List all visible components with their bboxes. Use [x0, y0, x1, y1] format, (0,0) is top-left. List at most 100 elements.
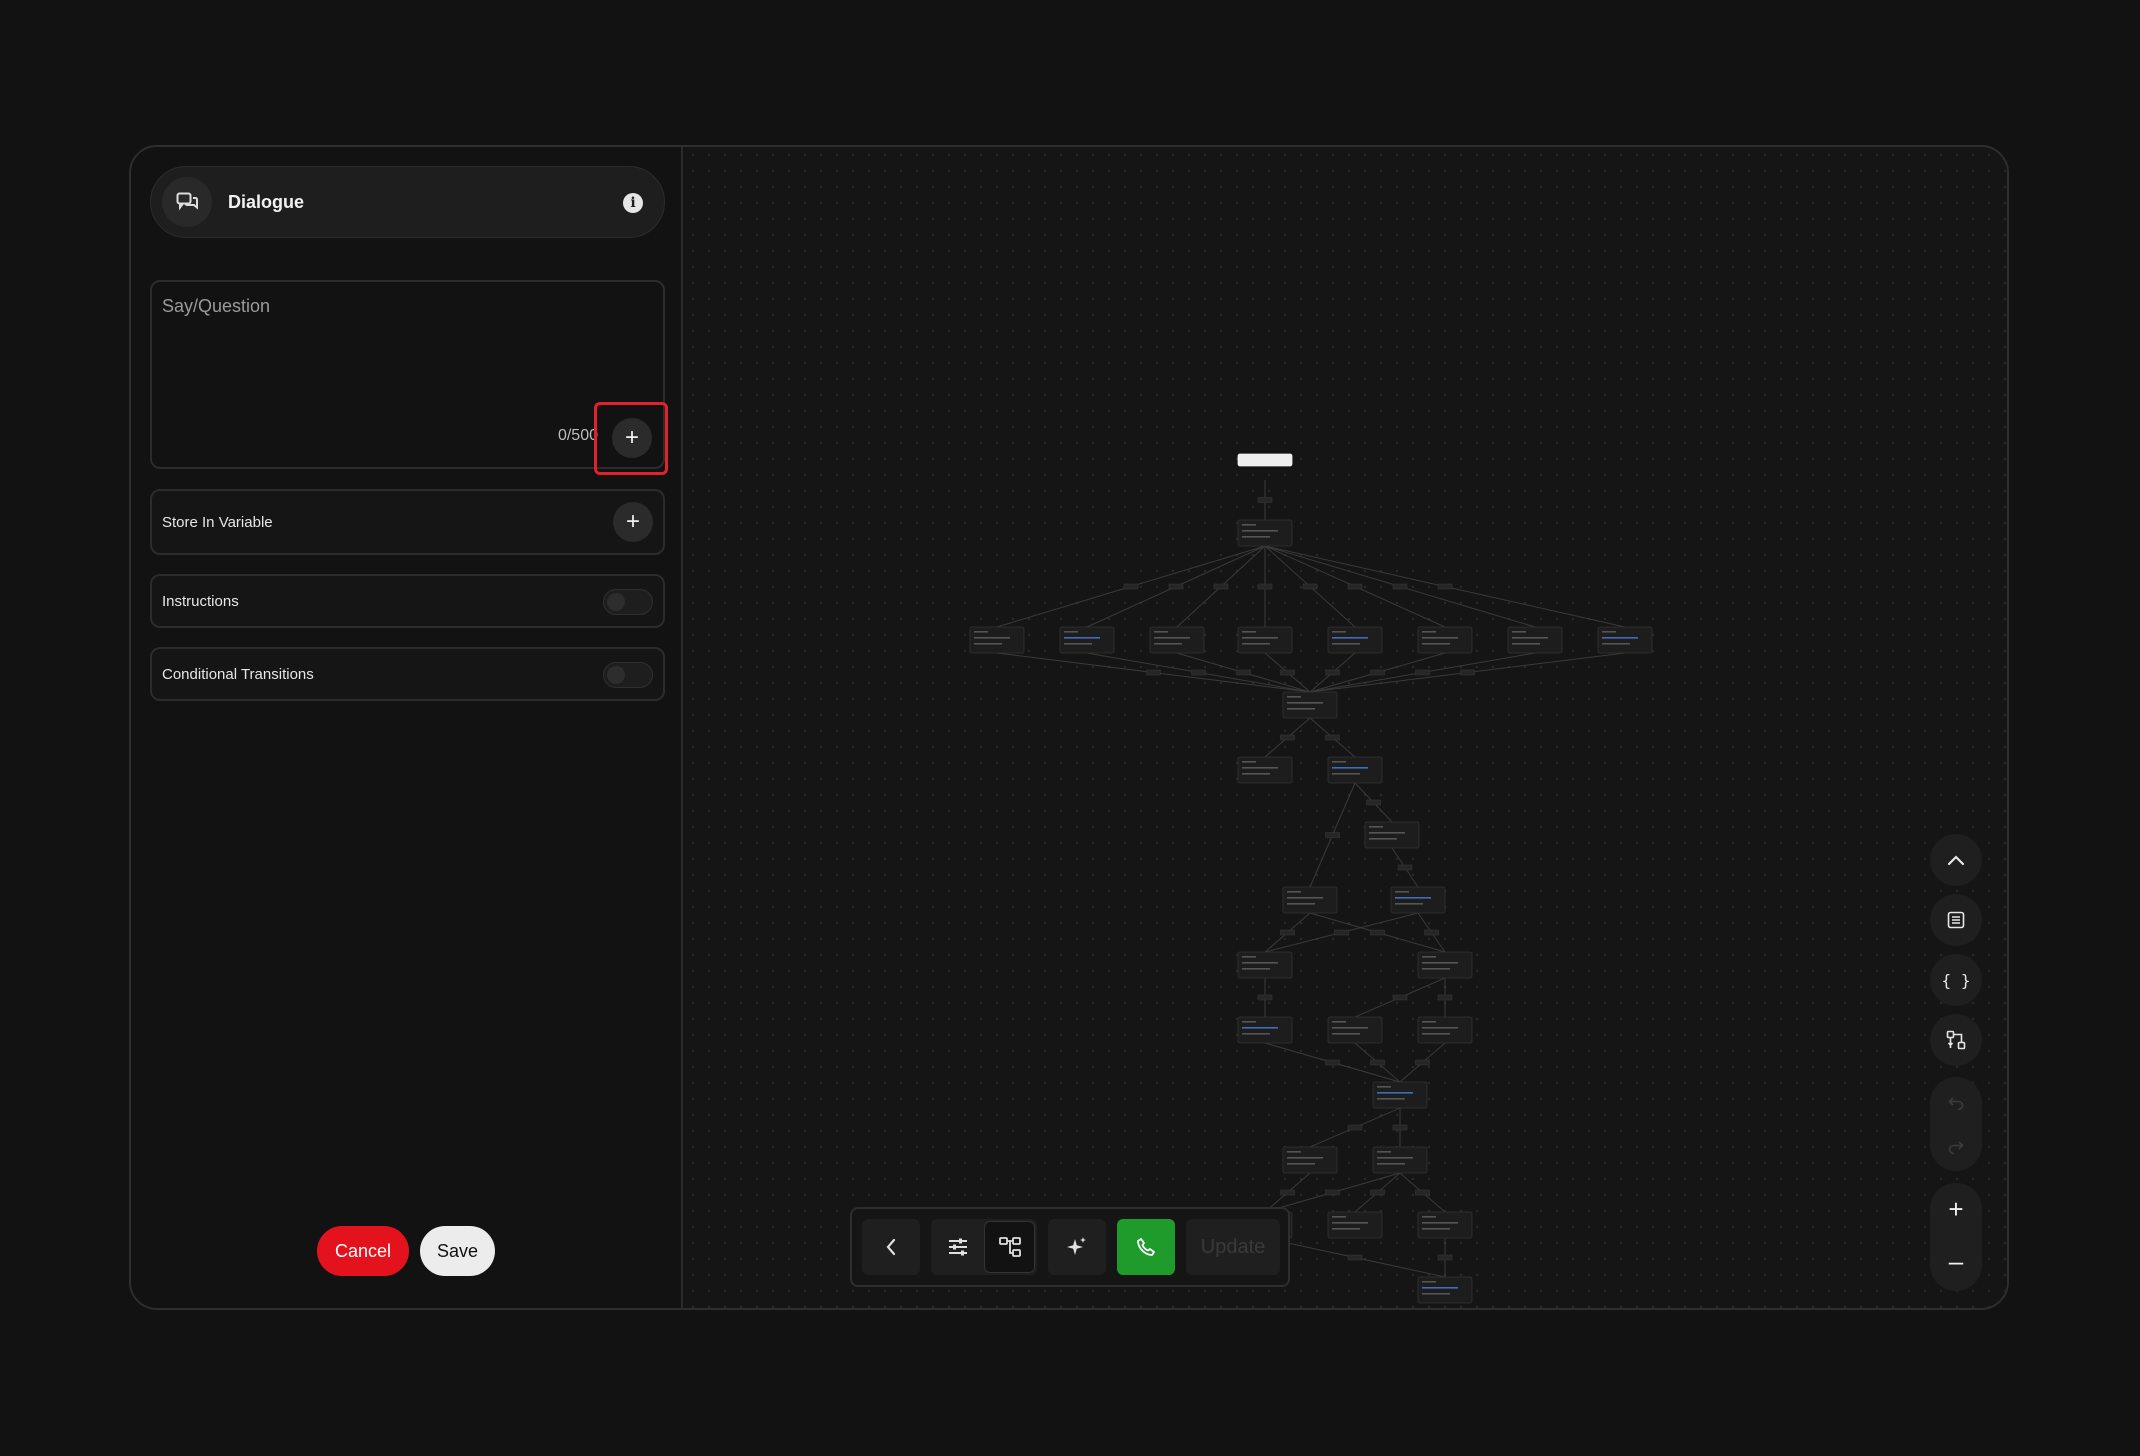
zoom-controls: + – [1930, 1183, 1982, 1291]
flow-view-button[interactable] [984, 1221, 1035, 1273]
chevron-up-icon [1947, 855, 1965, 866]
flow-edge-label [1146, 669, 1161, 676]
add-variable-button[interactable]: + [613, 502, 653, 542]
redo-icon [1948, 1141, 1964, 1154]
phone-icon [1137, 1238, 1155, 1256]
flow-edge-label [1280, 929, 1295, 936]
flow-edge-label [1370, 929, 1385, 936]
ai-assist-button[interactable] [1048, 1219, 1106, 1275]
say-question-field[interactable]: Say/Question 0/500 [150, 280, 665, 469]
test-call-button[interactable] [1117, 1219, 1175, 1275]
flow-node [1282, 691, 1338, 719]
store-in-variable-row[interactable]: Store In Variable + [150, 489, 665, 555]
zoom-in-icon: + [1948, 1193, 1964, 1224]
auto-layout-button[interactable] [1930, 1014, 1982, 1066]
flow-edge-label [1347, 583, 1363, 590]
flow-node [1597, 626, 1653, 654]
zoom-out-icon: – [1948, 1245, 1964, 1276]
flow-edge-label [1415, 1189, 1430, 1196]
flow-node [1327, 756, 1383, 784]
sparkle-icon [1067, 1237, 1086, 1255]
flow-node [1417, 951, 1473, 979]
chevron-left-icon [886, 1238, 896, 1256]
flow-diagram [969, 453, 1653, 1304]
flow-node [1149, 626, 1205, 654]
flow-canvas[interactable]: Update { } + – [685, 147, 2007, 1308]
flow-edge-label [1302, 583, 1318, 590]
flow-edge-label [1280, 734, 1295, 741]
flow-node [1507, 626, 1563, 654]
instructions-toggle[interactable] [603, 589, 653, 615]
flow-edge-label [1191, 669, 1206, 676]
flow-edge-label [1257, 583, 1273, 590]
flow-edge-label [1236, 669, 1251, 676]
add-say-button[interactable]: + [612, 418, 652, 458]
collapse-up-button[interactable] [1930, 834, 1982, 886]
conditional-transitions-row: Conditional Transitions [150, 647, 665, 701]
flow-edge-label [1325, 832, 1340, 838]
flow-node [1237, 951, 1293, 979]
notes-button[interactable] [1930, 894, 1982, 946]
flow-node [1364, 821, 1420, 849]
flow-node [1237, 626, 1293, 654]
flow-edge-label [1213, 583, 1229, 590]
flow-edge-label [1325, 734, 1340, 741]
settings-view-button[interactable] [931, 1219, 984, 1275]
back-button[interactable] [862, 1219, 920, 1275]
flow-edge-label [1347, 1124, 1363, 1131]
flow-edge-label [1424, 929, 1439, 936]
flow-edge-label [1168, 583, 1184, 590]
update-button[interactable]: Update [1186, 1219, 1280, 1275]
flow-node [1327, 626, 1383, 654]
cancel-button[interactable]: Cancel [317, 1226, 409, 1276]
bottom-toolbar: Update [850, 1207, 1290, 1287]
flow-edge-label [1370, 1189, 1385, 1196]
flow-node [1327, 1016, 1383, 1044]
conditional-transitions-label: Conditional Transitions [162, 666, 314, 683]
conditional-transitions-toggle[interactable] [603, 662, 653, 688]
auto-layout-icon [1946, 1030, 1966, 1050]
flow-edge-label [1123, 583, 1139, 590]
flow-edge-label [1280, 1189, 1295, 1196]
flow-node [1372, 1146, 1428, 1174]
instructions-label: Instructions [162, 593, 239, 610]
view-switcher [931, 1219, 1037, 1275]
flow-node [1237, 1016, 1293, 1044]
plus-icon: + [625, 508, 640, 535]
flow-edge-label [1325, 669, 1340, 676]
flow-edge-label [1437, 994, 1453, 1001]
flow-edge-label [1366, 799, 1381, 806]
flow-edge-label [1257, 994, 1273, 1001]
flow-node [1390, 886, 1446, 914]
flow-node [1417, 1211, 1473, 1239]
flow-editor-window: Dialogue i Say/Question 0/500 + Store In… [129, 145, 2009, 1310]
info-icon[interactable]: i [623, 193, 643, 213]
zoom-in-button[interactable]: + [1930, 1183, 1982, 1235]
char-counter: 0/500 [557, 427, 598, 444]
update-label: Update [1200, 1235, 1266, 1258]
flow-edge-label [1347, 1254, 1363, 1261]
flow-node [1417, 626, 1473, 654]
flow-tree-icon [998, 1237, 1021, 1257]
flow-edge-label [1370, 669, 1385, 676]
save-button[interactable]: Save [420, 1226, 495, 1276]
zoom-out-button[interactable]: – [1930, 1235, 1982, 1287]
flow-edge-label [1397, 864, 1413, 871]
flow-edge-label [1437, 1254, 1453, 1261]
flow-node [1417, 1276, 1473, 1304]
flow-edge-label [1392, 994, 1408, 1001]
node-type-header: Dialogue i [150, 166, 665, 238]
flow-edge-label [1415, 1059, 1430, 1066]
flow-node [969, 626, 1025, 654]
flow-edge-label [1280, 669, 1295, 676]
redo-button[interactable] [1930, 1121, 1982, 1173]
flow-edge-label [1325, 1189, 1340, 1196]
flow-edge-label [1334, 929, 1349, 936]
flow-node [1237, 519, 1293, 547]
variables-button[interactable]: { } [1930, 954, 1982, 1006]
node-settings-panel: Dialogue i Say/Question 0/500 + Store In… [131, 147, 683, 1308]
flow-edge-label [1325, 1059, 1340, 1066]
flow-edge-label [1392, 583, 1408, 590]
flow-edge-label [1415, 669, 1430, 676]
flow-edge-label [1370, 1059, 1385, 1066]
